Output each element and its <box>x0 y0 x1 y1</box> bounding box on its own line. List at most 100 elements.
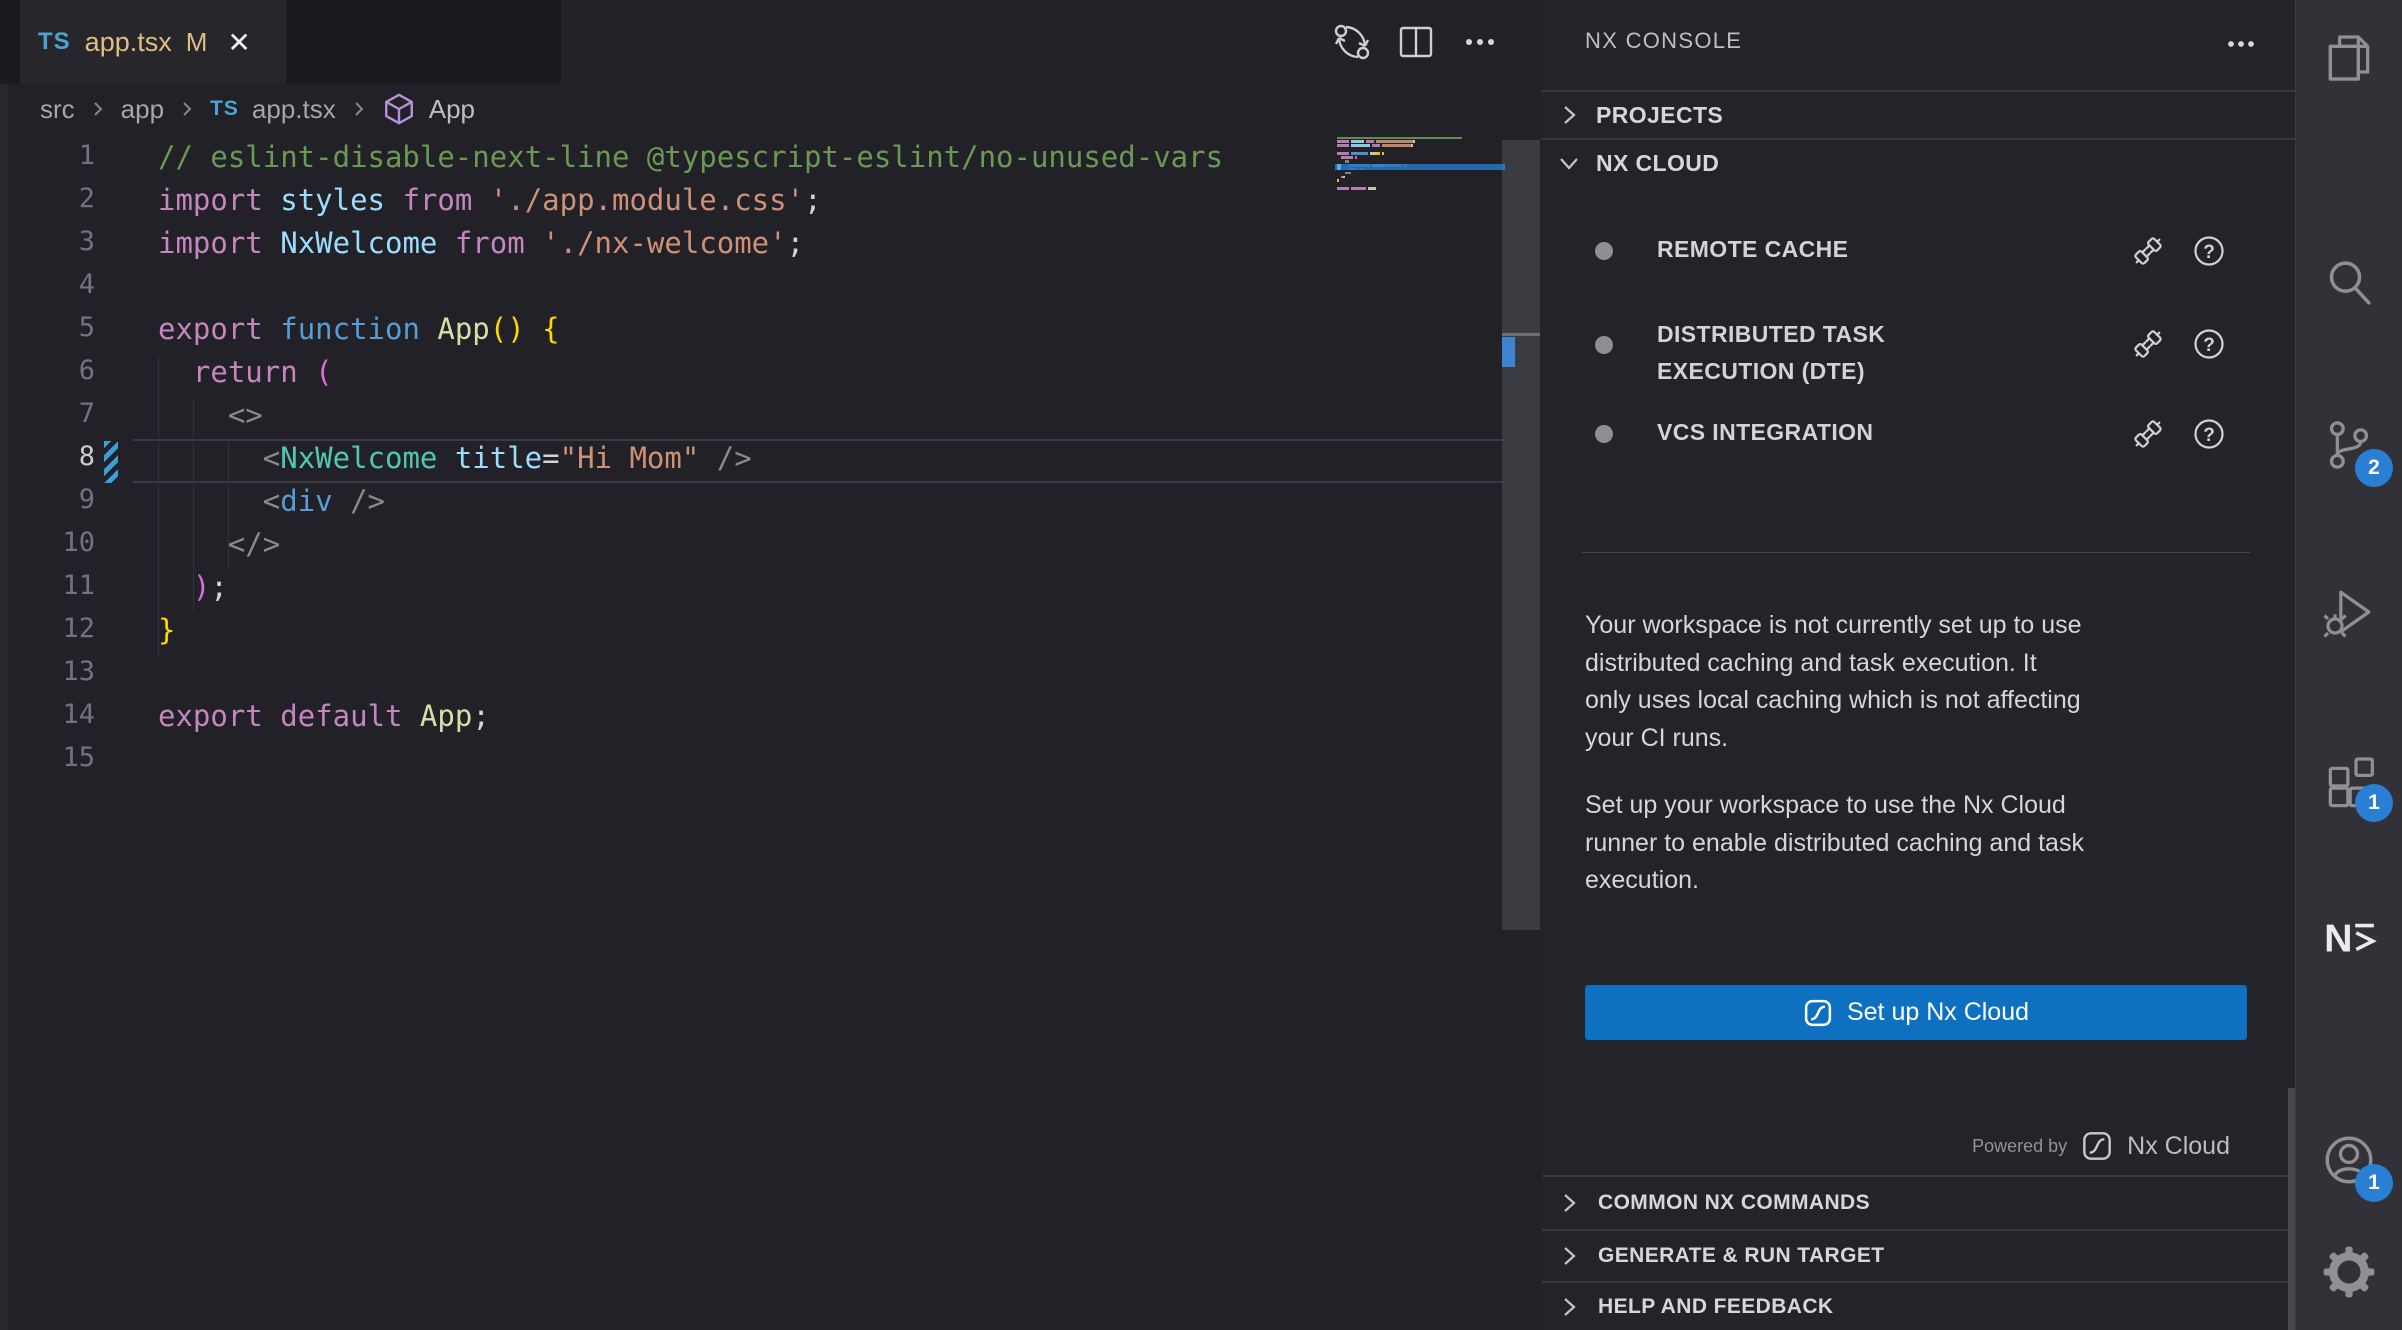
panel-scrollbar[interactable] <box>2288 1088 2295 1330</box>
panel-header: NX CONSOLE <box>1542 0 2295 88</box>
breadcrumb: src app TS app.tsx App <box>0 84 1580 134</box>
feature-dte: DISTRIBUTED TASK EXECUTION (DTE) ? <box>1542 308 2295 384</box>
button-label: Set up Nx Cloud <box>1847 998 2029 1027</box>
typescript-file-icon: TS <box>38 28 71 56</box>
feature-label: DISTRIBUTED TASK EXECUTION (DTE) <box>1657 316 1885 390</box>
line-number: 15 <box>30 742 95 785</box>
more-actions-icon[interactable] <box>1458 14 1502 70</box>
breadcrumb-app[interactable]: app <box>121 94 164 125</box>
feature-label: VCS INTEGRATION <box>1657 419 1873 446</box>
chevron-down-icon <box>1556 150 1582 176</box>
divider <box>1582 552 2250 553</box>
chevron-right-icon <box>1556 102 1582 128</box>
line-number: 10 <box>30 527 95 570</box>
section-help-and-feedback[interactable]: HELP AND FEEDBACK <box>1542 1281 2295 1330</box>
line-number: 4 <box>30 269 95 312</box>
section-projects[interactable]: PROJECTS <box>1542 90 2295 138</box>
run-and-debug-icon[interactable] <box>2317 580 2381 644</box>
setup-nx-cloud-button[interactable]: Set up Nx Cloud <box>1585 985 2247 1040</box>
help-icon[interactable]: ? <box>2191 326 2227 362</box>
code-line[interactable]: export function App() { <box>158 312 560 355</box>
section-common-nx-commands[interactable]: COMMON NX COMMANDS <box>1542 1175 2295 1229</box>
line-number: 7 <box>30 398 95 441</box>
editor-left-margin <box>0 84 8 1330</box>
line-number: 11 <box>30 570 95 613</box>
extensions-icon[interactable]: 1 <box>2317 748 2381 812</box>
editor-toolbar <box>1330 14 1502 70</box>
typescript-file-icon: TS <box>210 97 239 121</box>
help-icon[interactable]: ? <box>2191 233 2227 269</box>
section-label: NX CLOUD <box>1596 150 1719 177</box>
minimap[interactable] <box>1337 136 1502 226</box>
nx-cloud-logo-icon <box>2081 1130 2113 1162</box>
nx-console-panel: NX CONSOLE PROJECTS NX CLOUD REMOTE CACH… <box>1542 0 2295 1330</box>
overview-ruler-edge <box>1502 333 1540 336</box>
svg-text:?: ? <box>2203 335 2215 356</box>
accounts-icon[interactable]: 1 <box>2317 1128 2381 1192</box>
section-label: COMMON NX COMMANDS <box>1598 1191 1870 1215</box>
code-line[interactable]: import styles from './app.module.css'; <box>158 183 822 226</box>
svg-text:?: ? <box>2203 425 2215 446</box>
settings-gear-icon[interactable] <box>2317 1240 2381 1304</box>
editor-group: TS app.tsx M ✕ <box>0 0 1542 1330</box>
tab-app-tsx[interactable]: TS app.tsx M ✕ <box>20 0 286 84</box>
code-line[interactable]: export default App; <box>158 699 490 742</box>
breadcrumb-symbol[interactable]: App <box>429 94 475 125</box>
modified-badge: M <box>186 27 208 58</box>
close-icon[interactable]: ✕ <box>227 26 250 59</box>
line-number: 3 <box>30 226 95 269</box>
editor-scrollbar[interactable] <box>1502 140 1540 930</box>
accounts-badge: 1 <box>2355 1164 2393 1202</box>
powered-by-label: Powered by <box>1972 1136 2067 1157</box>
chevron-right-icon <box>1556 1243 1582 1269</box>
line-number: 9 <box>30 484 95 527</box>
source-control-icon[interactable]: 2 <box>2317 413 2381 477</box>
explorer-icon[interactable] <box>2317 26 2381 90</box>
connect-icon[interactable] <box>2130 326 2166 362</box>
code-line[interactable]: <NxWelcome title="Hi Mom" /> <box>158 441 752 484</box>
line-number: 6 <box>30 355 95 398</box>
code-line[interactable]: ); <box>158 570 228 613</box>
line-number: 1 <box>30 140 95 183</box>
open-changes-icon[interactable] <box>1330 14 1374 70</box>
line-number: 2 <box>30 183 95 226</box>
connect-icon[interactable] <box>2130 233 2166 269</box>
code-line[interactable]: } <box>158 613 175 656</box>
search-icon[interactable] <box>2317 251 2381 315</box>
chevron-right-icon <box>177 96 197 122</box>
source-control-badge: 2 <box>2355 449 2393 487</box>
code-line[interactable]: return ( <box>158 355 333 398</box>
breadcrumb-file[interactable]: app.tsx <box>252 94 336 125</box>
breadcrumb-src[interactable]: src <box>40 94 75 125</box>
more-actions-icon[interactable] <box>2217 26 2265 62</box>
code-line[interactable]: import NxWelcome from './nx-welcome'; <box>158 226 804 269</box>
code-line[interactable]: </> <box>158 527 280 570</box>
code-line[interactable]: // eslint-disable-next-line @typescript-… <box>158 140 1223 183</box>
nx-cloud-brand-label[interactable]: Nx Cloud <box>2127 1132 2230 1161</box>
symbol-cube-icon <box>382 92 416 126</box>
section-generate-run-target[interactable]: GENERATE & RUN TARGET <box>1542 1229 2295 1281</box>
help-icon[interactable]: ? <box>2191 416 2227 452</box>
split-editor-icon[interactable] <box>1394 14 1438 70</box>
tab-bar: TS app.tsx M ✕ <box>0 0 1542 84</box>
nx-cloud-description-2: Set up your workspace to use the Nx Clou… <box>1585 787 2261 900</box>
activity-bar: 2 1 N 1 <box>2295 0 2402 1330</box>
line-number: 5 <box>30 312 95 355</box>
feature-label: REMOTE CACHE <box>1657 236 1848 263</box>
code-line[interactable]: <> <box>158 398 263 441</box>
status-dot <box>1595 242 1613 260</box>
section-nx-cloud[interactable]: NX CLOUD <box>1542 138 2295 186</box>
extensions-badge: 1 <box>2355 784 2393 822</box>
nx-console-icon[interactable]: N <box>2317 906 2381 970</box>
chevron-right-icon <box>1556 1294 1582 1320</box>
feature-remote-cache: REMOTE CACHE ? <box>1542 227 2295 275</box>
status-dot <box>1595 336 1613 354</box>
line-number: 8 <box>30 441 95 484</box>
status-dot <box>1595 425 1613 443</box>
code-line[interactable]: <div /> <box>158 484 385 527</box>
nx-cloud-logo-icon <box>1803 998 1833 1028</box>
connect-icon[interactable] <box>2130 416 2166 452</box>
line-number: 14 <box>30 699 95 742</box>
minimap-current-line <box>1335 164 1505 170</box>
line-number: 13 <box>30 656 95 699</box>
